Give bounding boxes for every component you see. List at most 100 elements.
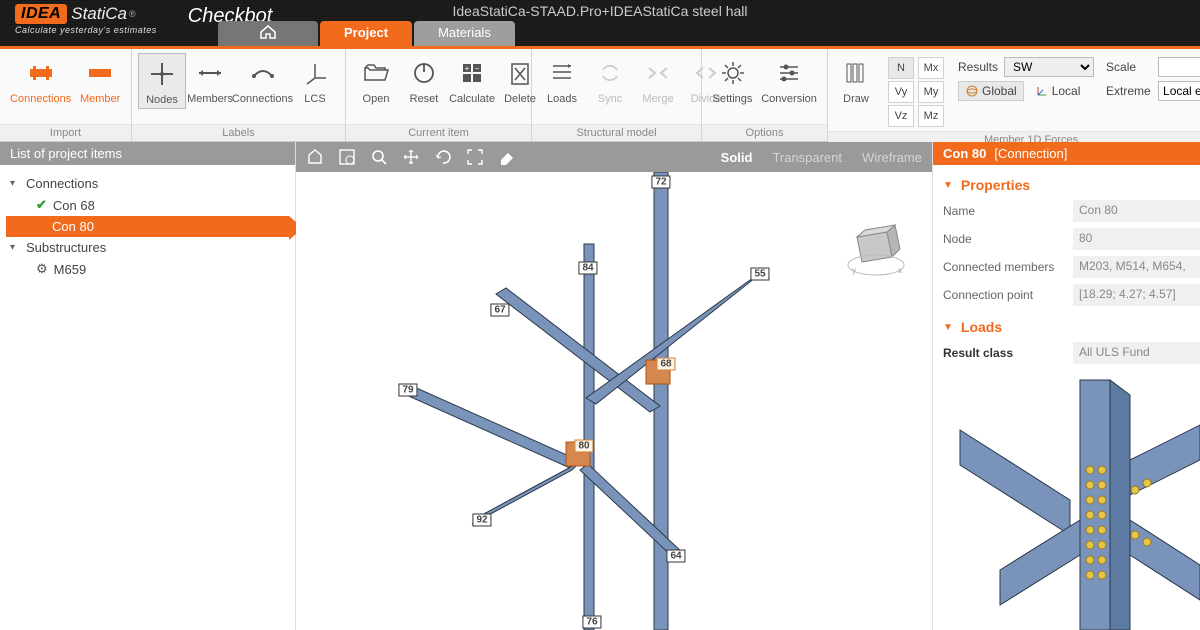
viewport-toolbar: Solid Transparent Wireframe	[296, 142, 932, 172]
lcs-icon	[300, 58, 330, 88]
tab-home[interactable]	[218, 21, 318, 46]
prop-members-value: M203, M514, M654,	[1073, 256, 1200, 278]
open-button[interactable]: Open	[352, 53, 400, 107]
chevron-down-icon: ▼	[943, 322, 953, 333]
node-label-67: 67	[490, 304, 509, 317]
sidebar-header: List of project items	[0, 142, 295, 165]
node-label-80: 80	[574, 440, 593, 453]
prop-resultclass-value[interactable]: All ULS Fund	[1073, 342, 1200, 364]
ribbon-group-forces: Draw N Mx Vy My Vz Mz Results SW Global	[828, 49, 1200, 141]
sync-button[interactable]: Sync	[586, 53, 634, 107]
tab-project[interactable]: Project	[320, 21, 412, 46]
connection-preview[interactable]	[940, 370, 1200, 630]
mode-wireframe[interactable]: Wireframe	[862, 150, 922, 165]
node-label-68: 68	[656, 358, 675, 371]
eraser-icon[interactable]	[498, 148, 516, 166]
logo-idea: IDEA	[15, 4, 67, 24]
main-tabs: Project Materials	[218, 21, 517, 46]
view-cube[interactable]: x y	[832, 217, 912, 297]
section-properties[interactable]: ▼ Properties	[943, 173, 1200, 197]
home-icon	[259, 25, 277, 39]
node-label-64: 64	[666, 550, 685, 563]
labels-lcs-button[interactable]: LCS	[291, 53, 339, 107]
force-vz-button[interactable]: Vz	[888, 105, 914, 127]
node-label-55: 55	[750, 268, 769, 281]
node-label-79: 79	[398, 384, 417, 397]
home-view-icon[interactable]	[306, 148, 324, 166]
prop-name-value[interactable]: Con 80	[1073, 200, 1200, 222]
tree-group-connections[interactable]: ▾ Connections	[6, 173, 289, 194]
member-icon	[85, 58, 115, 88]
force-vy-button[interactable]: Vy	[888, 81, 914, 103]
force-components: N Mx Vy My Vz Mz	[880, 53, 952, 131]
merge-icon	[643, 58, 673, 88]
scale-input[interactable]	[1158, 57, 1200, 77]
loads-button[interactable]: Loads	[538, 53, 586, 107]
global-icon	[965, 84, 979, 98]
calculate-button[interactable]: +− Calculate	[448, 53, 496, 107]
check-icon: ✔	[36, 197, 47, 213]
node-label-84: 84	[578, 262, 597, 275]
prop-name: Name Con 80	[943, 197, 1200, 225]
ribbon-group-options: Settings Conversion Options	[702, 49, 828, 141]
labels-members-button[interactable]: Members	[186, 53, 234, 107]
import-connections-button[interactable]: Connections	[6, 53, 75, 107]
prop-node-value[interactable]: 80	[1073, 228, 1200, 250]
ribbon-group-label: Options	[702, 124, 827, 141]
section-loads[interactable]: ▼ Loads	[943, 315, 1200, 339]
extreme-input[interactable]	[1158, 81, 1200, 101]
prop-node: Node 80	[943, 225, 1200, 253]
tree-group-substructures[interactable]: ▾ Substructures	[6, 237, 289, 258]
force-mx-button[interactable]: Mx	[918, 57, 944, 79]
force-my-button[interactable]: My	[918, 81, 944, 103]
conversion-button[interactable]: Conversion	[757, 53, 821, 107]
labels-nodes-button[interactable]: Nodes	[138, 53, 186, 109]
fullscreen-icon[interactable]	[466, 148, 484, 166]
extreme-label: Extreme	[1106, 84, 1152, 98]
logo-registered: ®	[129, 9, 136, 19]
display-modes: Solid Transparent Wireframe	[721, 150, 922, 165]
reset-button[interactable]: Reset	[400, 53, 448, 107]
labels-connections-button[interactable]: Connections	[234, 53, 291, 107]
settings-button[interactable]: Settings	[708, 53, 757, 107]
global-button[interactable]: Global	[958, 81, 1024, 101]
draw-button[interactable]: Draw	[832, 53, 880, 107]
members-label-icon	[195, 58, 225, 88]
tree-item-con68[interactable]: ✔ Con 68	[6, 194, 289, 216]
tab-materials[interactable]: Materials	[414, 21, 515, 46]
results-label: Results	[958, 60, 998, 74]
ribbon: Connections Member Import Nodes Members …	[0, 49, 1200, 142]
force-n-button[interactable]: N	[888, 57, 914, 79]
mode-transparent[interactable]: Transparent	[772, 150, 842, 165]
chevron-down-icon: ▾	[10, 242, 20, 253]
node-label-92: 92	[472, 514, 491, 527]
selected-item-type: [Connection]	[994, 146, 1067, 161]
connections-icon	[26, 58, 56, 88]
prop-result-class: Result class All ULS Fund	[943, 339, 1200, 367]
3d-viewport[interactable]: Solid Transparent Wireframe	[296, 142, 932, 630]
tree-item-m659[interactable]: ⚙ M659	[6, 258, 289, 280]
zoom-extents-icon[interactable]	[338, 148, 356, 166]
rotate-icon[interactable]	[434, 148, 452, 166]
project-tree: ▾ Connections ✔ Con 68 Con 80 ▾ Substruc…	[0, 165, 295, 288]
calculate-icon: +−	[457, 58, 487, 88]
settings-icon	[718, 58, 748, 88]
node-label-72: 72	[651, 176, 670, 189]
svg-text:−: −	[475, 64, 480, 73]
3d-canvas[interactable]: 72 84 55 67 68 79 80 92 64 76 x y	[296, 172, 932, 630]
force-mz-button[interactable]: Mz	[918, 105, 944, 127]
merge-button[interactable]: Merge	[634, 53, 682, 107]
prop-connection-point: Connection point [18.29; 4.27; 4.57]	[943, 281, 1200, 309]
mode-solid[interactable]: Solid	[721, 150, 753, 165]
zoom-icon[interactable]	[370, 148, 388, 166]
pan-icon[interactable]	[402, 148, 420, 166]
loads-icon	[547, 58, 577, 88]
results-select[interactable]: SW	[1004, 57, 1094, 77]
scale-label: Scale	[1106, 60, 1152, 74]
import-member-button[interactable]: Member	[75, 53, 125, 107]
selected-item-name: Con 80	[943, 146, 986, 161]
local-button[interactable]: Local	[1028, 81, 1088, 101]
tree-item-con80[interactable]: Con 80	[6, 216, 289, 237]
logo-statica: StatiCa	[71, 4, 127, 24]
svg-text:y: y	[852, 266, 856, 275]
